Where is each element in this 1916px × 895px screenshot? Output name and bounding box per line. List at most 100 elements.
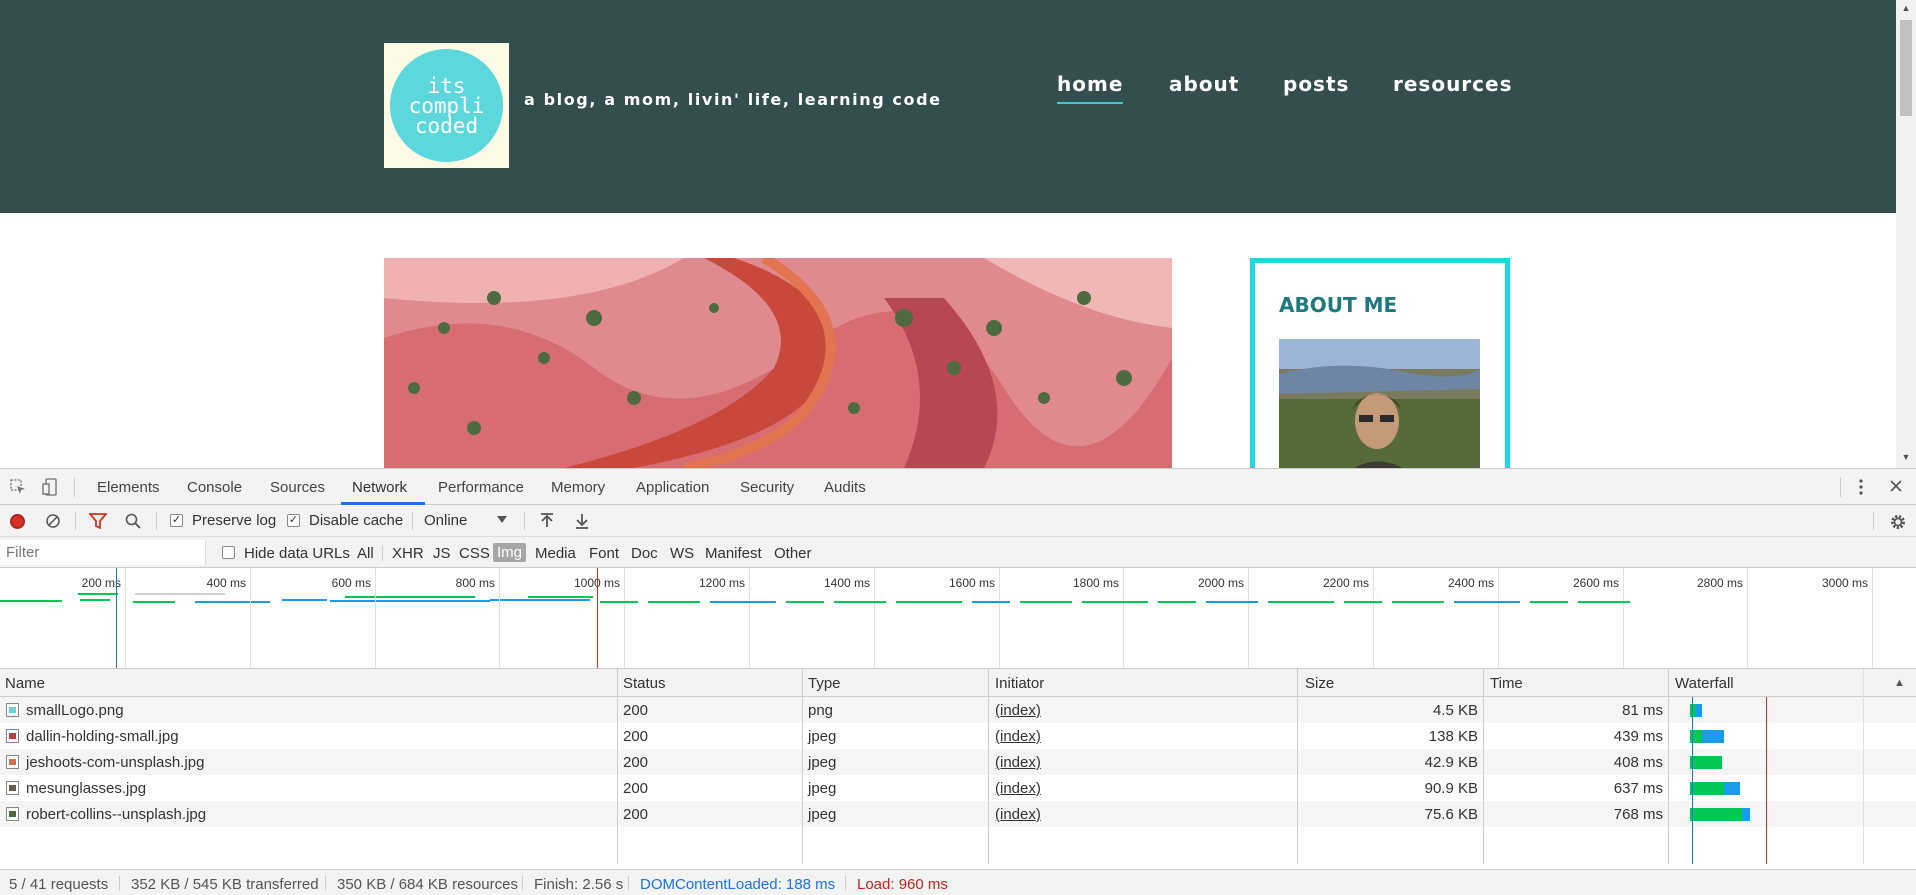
waterfall-download-bar[interactable] (1724, 782, 1740, 795)
tab-sources[interactable]: Sources (270, 479, 325, 496)
inspect-element-icon[interactable] (10, 479, 26, 499)
filter-type-js[interactable]: JS (433, 545, 451, 562)
request-name[interactable]: mesunglasses.jpg (26, 780, 146, 797)
request-initiator-link[interactable]: (index) (995, 806, 1041, 823)
column-header-type[interactable]: Type (808, 675, 841, 692)
device-toolbar-icon[interactable] (42, 478, 58, 500)
column-divider[interactable] (1483, 669, 1484, 864)
overview-request-bar (710, 601, 776, 603)
filter-bar: Hide data URLs All XHR JS CSS Img Media … (0, 537, 1916, 568)
table-row[interactable]: smallLogo.png 200 png (index) 4.5 KB 81 … (0, 697, 1916, 723)
filter-icon[interactable] (88, 513, 108, 533)
hide-data-urls-checkbox[interactable] (222, 546, 235, 559)
overview-request-bar (1454, 601, 1520, 603)
column-divider[interactable] (1297, 669, 1298, 864)
column-divider[interactable] (1668, 669, 1669, 864)
waterfall-waiting-bar[interactable] (1690, 756, 1722, 769)
request-type: jpeg (808, 806, 837, 823)
waterfall-download-bar[interactable] (1702, 730, 1724, 743)
waterfall-waiting-bar[interactable] (1690, 782, 1724, 795)
logo-text-line: coded (414, 113, 479, 138)
clear-icon[interactable] (45, 513, 61, 533)
waterfall-dcl-line (1692, 697, 1693, 864)
throttling-value: Online (424, 512, 468, 529)
scroll-up-icon[interactable]: ▲ (1901, 3, 1911, 13)
waterfall-download-bar[interactable] (1696, 704, 1702, 717)
request-size: 138 KB (1428, 728, 1478, 745)
column-header-size[interactable]: Size (1305, 675, 1334, 692)
tab-memory[interactable]: Memory (551, 479, 605, 496)
page-scrollbar[interactable]: ▲ ▼ (1896, 0, 1916, 468)
nav-home[interactable]: home (1057, 72, 1124, 104)
sort-ascending-icon[interactable]: ▲ (1894, 677, 1905, 689)
filter-type-xhr[interactable]: XHR (392, 545, 424, 562)
nav-about[interactable]: about (1169, 72, 1239, 96)
request-name[interactable]: jeshoots-com-unsplash.jpg (26, 754, 204, 771)
import-har-icon[interactable] (540, 513, 554, 533)
column-header-status[interactable]: Status (623, 675, 666, 692)
column-divider[interactable] (988, 669, 989, 864)
waterfall-waiting-bar[interactable] (1690, 808, 1742, 821)
request-status: 200 (623, 780, 649, 797)
column-divider[interactable] (617, 669, 618, 864)
tab-audits[interactable]: Audits (824, 479, 866, 496)
tab-application[interactable]: Application (636, 479, 709, 496)
filter-type-other[interactable]: Other (774, 545, 812, 562)
filter-input[interactable] (0, 540, 206, 565)
table-row[interactable]: dallin-holding-small.jpg 200 jpeg (index… (0, 723, 1916, 749)
record-button[interactable] (10, 514, 25, 529)
network-overview-timeline[interactable]: 200 ms 400 ms 600 ms 800 ms 1000 ms 1200 ms 14… (0, 568, 1916, 669)
nav-posts[interactable]: posts (1283, 72, 1349, 96)
column-header-initiator[interactable]: Initiator (995, 675, 1044, 692)
disable-cache-label: Disable cache (309, 512, 404, 529)
divider (74, 477, 75, 497)
filter-type-manifest[interactable]: Manifest (705, 545, 762, 562)
search-icon[interactable] (125, 513, 141, 533)
filter-type-ws[interactable]: WS (670, 545, 694, 562)
request-initiator-link[interactable]: (index) (995, 728, 1041, 745)
filter-type-img[interactable]: Img (493, 543, 527, 562)
table-row[interactable]: mesunglasses.jpg 200 jpeg (index) 90.9 K… (0, 775, 1916, 801)
waterfall-download-bar[interactable] (1742, 808, 1750, 821)
request-name[interactable]: robert-collins--unsplash.jpg (26, 806, 206, 823)
filter-type-all[interactable]: All (357, 545, 374, 562)
more-menu-icon[interactable] (1856, 479, 1866, 499)
site-logo[interactable]: its compli coded (384, 43, 509, 168)
chevron-down-icon (497, 516, 507, 523)
gear-icon[interactable] (1889, 513, 1907, 535)
overview-gridline (250, 568, 251, 668)
website-viewport: its compli coded a blog, a mom, livin' l… (0, 0, 1916, 468)
nav-resources[interactable]: resources (1393, 72, 1513, 96)
scrollbar-thumb[interactable] (1900, 20, 1912, 116)
preserve-log-checkbox[interactable]: ✓ (170, 514, 183, 527)
table-row[interactable]: jeshoots-com-unsplash.jpg 200 jpeg (inde… (0, 749, 1916, 775)
column-header-name[interactable]: Name (5, 675, 45, 692)
close-devtools-icon[interactable] (1889, 479, 1903, 497)
request-initiator-link[interactable]: (index) (995, 754, 1041, 771)
request-name[interactable]: smallLogo.png (26, 702, 124, 719)
disable-cache-checkbox[interactable]: ✓ (287, 514, 300, 527)
filter-type-font[interactable]: Font (589, 545, 619, 562)
filter-type-doc[interactable]: Doc (631, 545, 658, 562)
column-header-waterfall[interactable]: Waterfall (1675, 675, 1734, 692)
filter-type-css[interactable]: CSS (459, 545, 490, 562)
export-har-icon[interactable] (575, 513, 589, 533)
logo-circle: its compli coded (390, 49, 503, 162)
file-thumb (9, 785, 16, 791)
filter-type-media[interactable]: Media (535, 545, 576, 562)
image-file-icon (6, 781, 19, 795)
column-header-time[interactable]: Time (1490, 675, 1523, 692)
overview-tick-label: 400 ms (206, 576, 246, 590)
tab-console[interactable]: Console (187, 479, 242, 496)
request-initiator-link[interactable]: (index) (995, 780, 1041, 797)
request-name[interactable]: dallin-holding-small.jpg (26, 728, 179, 745)
column-divider[interactable] (802, 669, 803, 864)
request-initiator-link[interactable]: (index) (995, 702, 1041, 719)
tab-elements[interactable]: Elements (97, 479, 160, 496)
tab-network[interactable]: Network (352, 479, 407, 496)
tab-performance[interactable]: Performance (438, 479, 524, 496)
table-row[interactable]: robert-collins--unsplash.jpg 200 jpeg (i… (0, 801, 1916, 827)
waterfall-load-line (1766, 697, 1767, 864)
tab-security[interactable]: Security (740, 479, 794, 496)
scroll-down-icon[interactable]: ▼ (1901, 452, 1911, 462)
